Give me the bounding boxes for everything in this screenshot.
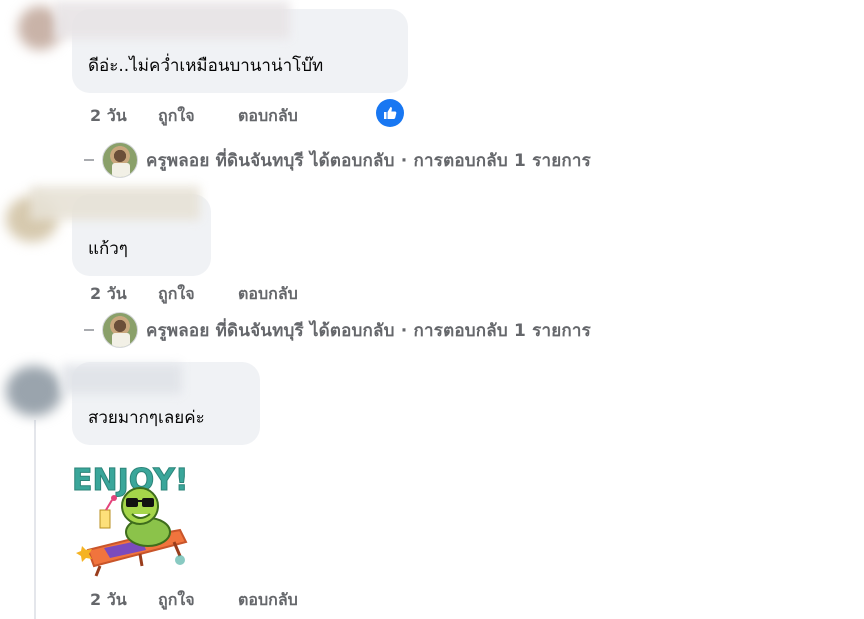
comment-actions: 2 วัน ถูกใจ ตอบกลับ: [90, 282, 298, 307]
reply-connector: [84, 159, 94, 161]
replier-avatar: [102, 142, 138, 178]
comment-bubble: สวยมากๆเลยค่ะ: [62, 362, 260, 445]
comment-time[interactable]: 2 วัน: [90, 588, 158, 613]
thread-line: [34, 420, 36, 619]
author-name-blurred[interactable]: [62, 364, 182, 394]
reply-button[interactable]: ตอบกลับ: [238, 104, 298, 129]
comment-time[interactable]: 2 วัน: [90, 282, 158, 307]
reply-summary: ครูพลอย ที่ดินจันทบุรี ได้ตอบกลับ · การต…: [146, 150, 591, 171]
replier-avatar: [102, 312, 138, 348]
comment-text: สวยมากๆเลยค่ะ: [88, 408, 205, 428]
comment-bubble: แก้วๆ: [30, 186, 211, 276]
comment-text: แก้วๆ: [88, 239, 128, 259]
turtle-sunbathing-sticker[interactable]: ENJOY!: [70, 450, 200, 578]
comment-bubble: ดีอ่ะ..ไม่คว่ำเหมือนบานาน่าโบ๊ท: [54, 1, 408, 93]
reply-button[interactable]: ตอบกลับ: [238, 282, 298, 307]
like-button[interactable]: ถูกใจ: [158, 104, 238, 129]
reply-summary: ครูพลอย ที่ดินจันทบุรี ได้ตอบกลับ · การต…: [146, 320, 591, 341]
comment-actions: 2 วัน ถูกใจ ตอบกลับ: [90, 588, 298, 613]
author-name-blurred[interactable]: [30, 186, 200, 220]
author-name-blurred[interactable]: [54, 1, 290, 39]
like-button[interactable]: ถูกใจ: [158, 282, 238, 307]
avatar-blurred[interactable]: [6, 366, 62, 416]
comment-time[interactable]: 2 วัน: [90, 104, 158, 129]
like-button[interactable]: ถูกใจ: [158, 588, 238, 613]
thumbs-up-icon[interactable]: [376, 99, 404, 127]
comment-actions: 2 วัน ถูกใจ ตอบกลับ: [90, 104, 298, 129]
view-replies-link[interactable]: ครูพลอย ที่ดินจันทบุรี ได้ตอบกลับ · การต…: [84, 142, 591, 178]
reply-connector: [84, 329, 94, 331]
view-replies-link[interactable]: ครูพลอย ที่ดินจันทบุรี ได้ตอบกลับ · การต…: [84, 312, 591, 348]
comment-text: ดีอ่ะ..ไม่คว่ำเหมือนบานาน่าโบ๊ท: [88, 56, 324, 76]
reply-button[interactable]: ตอบกลับ: [238, 588, 298, 613]
